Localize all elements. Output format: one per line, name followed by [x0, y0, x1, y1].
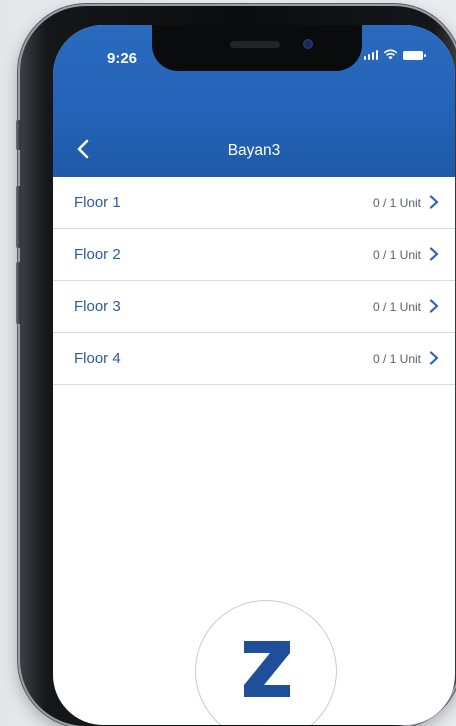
floor-list: Floor 1 0 / 1 Unit Floor 2 0 / 1 Unit Fl… [53, 177, 455, 385]
battery-icon [403, 51, 426, 60]
phone-frame: 9:26 Bayan3 Floor 1 0 / 1 Unit Floor 2 0… [16, 6, 456, 726]
volume-down-button [16, 262, 21, 324]
unit-count: 0 / 1 Unit [372, 352, 421, 366]
page-title: Bayan3 [227, 142, 281, 159]
brand-logo-badge [195, 600, 337, 725]
floor-row[interactable]: Floor 3 0 / 1 Unit [53, 281, 455, 333]
floor-row[interactable]: Floor 2 0 / 1 Unit [53, 229, 455, 281]
screen: 9:26 Bayan3 Floor 1 0 / 1 Unit Floor 2 0… [53, 25, 455, 725]
brand-logo-icon [244, 641, 290, 697]
front-camera [303, 39, 313, 49]
floor-label: Floor 4 [74, 350, 121, 367]
status-time: 9:26 [107, 50, 138, 67]
volume-up-button [16, 186, 21, 248]
wifi-icon [383, 49, 398, 60]
earpiece-speaker [230, 41, 280, 48]
floor-label: Floor 1 [74, 194, 121, 211]
device-notch [152, 25, 362, 71]
mute-switch [16, 120, 21, 150]
chevron-right-icon [429, 351, 439, 365]
chevron-right-icon [429, 195, 439, 209]
cellular-signal-icon [363, 49, 378, 60]
unit-count: 0 / 1 Unit [372, 248, 421, 262]
unit-count: 0 / 1 Unit [372, 196, 421, 210]
floor-label: Floor 3 [74, 298, 121, 315]
chevron-right-icon [429, 299, 439, 313]
chevron-right-icon [429, 247, 439, 261]
floor-row[interactable]: Floor 4 0 / 1 Unit [53, 333, 455, 385]
status-icons [363, 49, 426, 60]
floor-row[interactable]: Floor 1 0 / 1 Unit [53, 177, 455, 229]
floor-label: Floor 2 [74, 246, 121, 263]
unit-count: 0 / 1 Unit [372, 300, 421, 314]
